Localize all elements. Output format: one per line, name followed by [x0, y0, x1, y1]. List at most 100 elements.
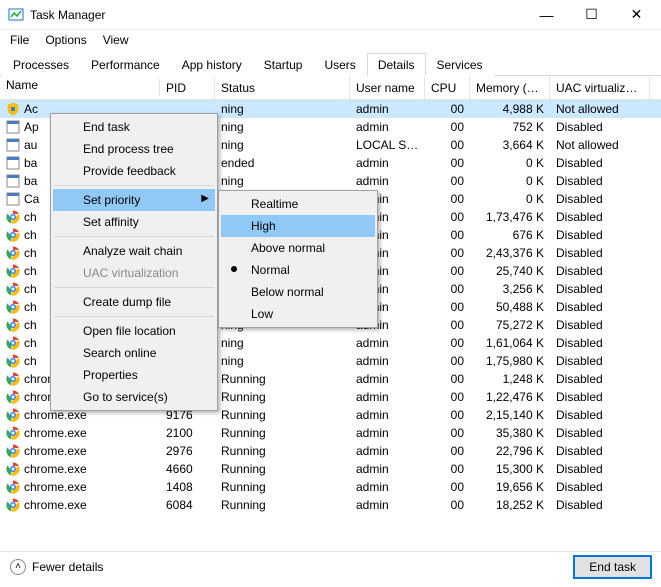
menu-item-open-file-location[interactable]: Open file location [53, 320, 215, 342]
process-name: ch [24, 210, 37, 224]
cell-cpu: 00 [425, 119, 470, 135]
process-name: chrome.exe [24, 444, 87, 458]
tab-services[interactable]: Services [426, 53, 494, 76]
cell-user: admin [350, 407, 425, 423]
cell-user: admin [350, 461, 425, 477]
cell-pid: 1408 [160, 479, 215, 495]
cell-pid [160, 108, 215, 110]
cell-cpu: 00 [425, 317, 470, 333]
tab-users[interactable]: Users [313, 53, 366, 76]
chrome-icon [6, 480, 20, 494]
cell-user: admin [350, 335, 425, 351]
process-name: chrome.exe [24, 462, 87, 476]
cell-uac: Not allowed [550, 137, 650, 153]
menu-item-set-affinity[interactable]: Set affinity [53, 211, 215, 233]
priority-realtime[interactable]: Realtime [221, 193, 375, 215]
menu-separator [54, 287, 214, 288]
tab-details[interactable]: Details [367, 53, 426, 76]
cell-uac: Disabled [550, 263, 650, 279]
cell-status: Running [215, 497, 350, 513]
cell-status: Running [215, 443, 350, 459]
chrome-icon [6, 498, 20, 512]
cell-cpu: 00 [425, 281, 470, 297]
priority-above-normal[interactable]: Above normal [221, 237, 375, 259]
process-name: Ac [24, 102, 38, 116]
cell-memory: 1,73,476 K [470, 209, 550, 225]
shield-icon [6, 102, 20, 116]
cell-pid: 2976 [160, 443, 215, 459]
process-name: ch [24, 246, 37, 260]
menu-item-properties[interactable]: Properties [53, 364, 215, 386]
menu-item-analyze-wait-chain[interactable]: Analyze wait chain [53, 240, 215, 262]
maximize-button[interactable]: ☐ [569, 0, 614, 30]
chrome-icon [6, 300, 20, 314]
cell-status: ning [215, 137, 350, 153]
menu-item-go-to-service-s-[interactable]: Go to service(s) [53, 386, 215, 408]
tab-processes[interactable]: Processes [2, 53, 80, 76]
priority-below-normal[interactable]: Below normal [221, 281, 375, 303]
chrome-icon [6, 408, 20, 422]
menu-options[interactable]: Options [37, 31, 94, 49]
menu-item-end-task[interactable]: End task [53, 116, 215, 138]
process-name: ch [24, 300, 37, 314]
cell-uac: Disabled [550, 461, 650, 477]
process-name: ch [24, 282, 37, 296]
table-row[interactable]: chrome.exe2100Runningadmin0035,380 KDisa… [0, 424, 661, 442]
priority-normal[interactable]: Normal [221, 259, 375, 281]
minimize-button[interactable]: — [524, 0, 569, 30]
cell-user: admin [350, 497, 425, 513]
menu-item-provide-feedback[interactable]: Provide feedback [53, 160, 215, 182]
cell-uac: Disabled [550, 389, 650, 405]
priority-low[interactable]: Low [221, 303, 375, 325]
column-uac[interactable]: UAC virtualizat... [550, 77, 650, 99]
chrome-icon [6, 210, 20, 224]
cell-cpu: 00 [425, 443, 470, 459]
cell-memory: 15,300 K [470, 461, 550, 477]
cell-memory: 75,272 K [470, 317, 550, 333]
process-name: Ap [24, 120, 39, 134]
cell-memory: 19,656 K [470, 479, 550, 495]
cell-status: ning [215, 335, 350, 351]
cell-user: admin [350, 101, 425, 117]
menu-item-create-dump-file[interactable]: Create dump file [53, 291, 215, 313]
tab-app-history[interactable]: App history [171, 53, 253, 76]
footer-bar: ˄ Fewer details End task [0, 551, 661, 581]
column-pid[interactable]: PID [160, 77, 215, 99]
column-cpu[interactable]: CPU [425, 77, 470, 99]
process-name: ch [24, 228, 37, 242]
end-task-button[interactable]: End task [574, 556, 651, 578]
cell-uac: Disabled [550, 353, 650, 369]
tab-startup[interactable]: Startup [253, 53, 314, 76]
column-name[interactable]: ▲Name [0, 79, 160, 96]
process-name: chrome.exe [24, 426, 87, 440]
cell-pid: 6084 [160, 497, 215, 513]
priority-high[interactable]: High [221, 215, 375, 237]
cell-memory: 1,75,980 K [470, 353, 550, 369]
column-user[interactable]: User name [350, 77, 425, 99]
table-row[interactable]: chrome.exe4660Runningadmin0015,300 KDisa… [0, 460, 661, 478]
tab-performance[interactable]: Performance [80, 53, 171, 76]
menu-view[interactable]: View [95, 31, 137, 49]
cell-cpu: 00 [425, 173, 470, 189]
menu-item-uac-virtualization: UAC virtualization [53, 262, 215, 284]
menu-item-end-process-tree[interactable]: End process tree [53, 138, 215, 160]
cell-uac: Disabled [550, 119, 650, 135]
cell-status: Running [215, 461, 350, 477]
fewer-details-toggle[interactable]: ˄ Fewer details [10, 559, 574, 575]
process-name: chrome.exe [24, 498, 87, 512]
column-status[interactable]: Status [215, 77, 350, 99]
table-row[interactable]: chrome.exe1408Runningadmin0019,656 KDisa… [0, 478, 661, 496]
process-name: Ca [24, 192, 39, 206]
cell-cpu: 00 [425, 479, 470, 495]
column-memory[interactable]: Memory (a... [470, 77, 550, 99]
cell-memory: 2,43,376 K [470, 245, 550, 261]
menu-item-search-online[interactable]: Search online [53, 342, 215, 364]
table-row[interactable]: chrome.exe2976Runningadmin0022,796 KDisa… [0, 442, 661, 460]
cell-uac: Not allowed [550, 101, 650, 117]
cell-pid: 4660 [160, 461, 215, 477]
cell-cpu: 00 [425, 155, 470, 171]
table-row[interactable]: chrome.exe6084Runningadmin0018,252 KDisa… [0, 496, 661, 514]
menu-item-set-priority[interactable]: Set priority▶ [53, 189, 215, 211]
close-button[interactable]: ✕ [614, 0, 659, 30]
menu-file[interactable]: File [2, 31, 37, 49]
